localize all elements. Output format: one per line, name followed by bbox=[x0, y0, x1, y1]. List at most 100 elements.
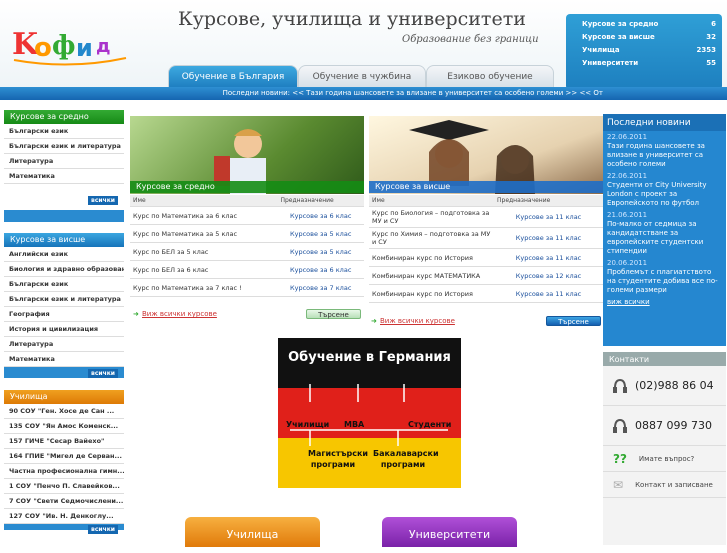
ad-bottom-item: Бакалаварски програми bbox=[373, 449, 439, 469]
course-class[interactable]: Курсове за 6 клас bbox=[277, 260, 364, 279]
all-schools-button[interactable]: всички bbox=[88, 525, 118, 534]
sidebar-item[interactable]: 1 СОУ "Пенчо П. Славейков... bbox=[4, 479, 124, 494]
col-subject: Предназначение bbox=[277, 195, 364, 207]
stat-label: Училища bbox=[582, 46, 620, 54]
schools-button[interactable]: Училища bbox=[185, 517, 320, 547]
contacts-title: Контакти bbox=[603, 352, 726, 366]
view-all-higher-link[interactable]: Виж всички курсове bbox=[380, 317, 455, 325]
table-row[interactable]: Курс по БЕЛ за 5 клас Курсове за 5 клас bbox=[130, 242, 364, 261]
all-secondary-button[interactable]: всички bbox=[88, 196, 118, 205]
ad-item: MBA bbox=[344, 420, 365, 429]
news-text[interactable]: Проблемът с плагиатството на студентите … bbox=[607, 268, 722, 295]
table-row[interactable]: Курс по Математика за 5 клас Курсове за 5… bbox=[130, 224, 364, 243]
headset-icon bbox=[613, 418, 627, 433]
svg-text:д: д bbox=[96, 36, 111, 57]
table-row[interactable]: Курс по Математика за 7 клас ! Курсове за… bbox=[130, 278, 364, 297]
course-name[interactable]: Комбиниран курс по История bbox=[369, 284, 494, 303]
view-all-secondary-link[interactable]: Виж всички курсове bbox=[142, 310, 217, 318]
sidebar-item[interactable]: 164 ГПИЕ "Мигел де Серван... bbox=[4, 449, 124, 464]
news-item[interactable]: 20.06.2011 Проблемът с плагиатството на с… bbox=[603, 257, 726, 296]
course-class[interactable]: Курсове за 11 клас bbox=[494, 284, 603, 303]
course-class[interactable]: Курсове за 5 клас bbox=[277, 242, 364, 261]
svg-text:и: и bbox=[76, 34, 93, 62]
question-link[interactable]: ?? Имате въпрос? bbox=[603, 446, 726, 472]
table-row[interactable]: Комбиниран курс МАТЕМАТИКА Курсове за 12 … bbox=[369, 266, 603, 285]
headset-icon bbox=[613, 378, 627, 393]
sidebar-item[interactable]: Математика bbox=[4, 169, 124, 184]
sidebar-item[interactable]: Български език bbox=[4, 124, 124, 139]
sidebar-item[interactable]: Български език bbox=[4, 277, 124, 292]
table-row[interactable]: Курс по Биология – подготовка за МУ и СУ… bbox=[369, 206, 603, 228]
course-name[interactable]: Курс по Математика за 6 клас bbox=[130, 206, 278, 225]
sidebar-schools: Училища 90 СОУ "Ген. Хосе де Сан ... 135… bbox=[4, 390, 124, 534]
view-all-news-link[interactable]: виж всички bbox=[603, 296, 726, 308]
sidebar-item[interactable]: Български език и литература bbox=[4, 139, 124, 154]
sidebar-item[interactable]: 7 СОУ "Свети Седмочислени... bbox=[4, 494, 124, 509]
course-class[interactable]: Курсове за 11 клас bbox=[494, 248, 603, 267]
news-ticker[interactable]: Последни новини: << Тази година шансовет… bbox=[0, 87, 727, 100]
phone-number[interactable]: 0887 099 730 bbox=[635, 419, 712, 432]
all-higher-button[interactable]: всички bbox=[88, 369, 118, 378]
course-name[interactable]: Курс по БЕЛ за 5 клас bbox=[130, 242, 278, 261]
sidebar-item[interactable]: Частна професионална гимн... bbox=[4, 464, 124, 479]
col-subject: Предназначение bbox=[494, 195, 603, 207]
stat-row[interactable]: Курсове за висше 32 bbox=[582, 31, 716, 44]
universities-button[interactable]: Университети bbox=[382, 517, 517, 547]
course-class[interactable]: Курсове за 6 клас bbox=[277, 206, 364, 225]
stat-row[interactable]: Курсове за средно 6 bbox=[582, 18, 716, 31]
course-class[interactable]: Курсове за 11 клас bbox=[494, 227, 603, 249]
sidebar-item[interactable]: Български език и литература bbox=[4, 292, 124, 307]
germany-ad-banner[interactable]: Обучение в Германия Училищи MBA Студенти… bbox=[278, 338, 461, 488]
course-class[interactable]: Курсове за 11 клас bbox=[494, 206, 603, 228]
course-class[interactable]: Курсове за 7 клас bbox=[277, 278, 364, 297]
table-row[interactable]: Комбиниран курс по История Курсове за 11 … bbox=[369, 284, 603, 303]
sidebar-item[interactable]: Литература bbox=[4, 337, 124, 352]
sidebar-item[interactable]: Английски език bbox=[4, 247, 124, 262]
col-name: Име bbox=[369, 195, 494, 207]
table-row[interactable]: Комбиниран курс по История Курсове за 11 … bbox=[369, 248, 603, 267]
contact-link[interactable]: ✉ Контакт и записване bbox=[603, 472, 726, 498]
tab-language[interactable]: Езиково обучение bbox=[426, 65, 554, 87]
course-name[interactable]: Курс по БЕЛ за 6 клас bbox=[130, 260, 278, 279]
course-name[interactable]: Комбиниран курс по История bbox=[369, 248, 494, 267]
sidebar-item[interactable]: Биология и здравно образован... bbox=[4, 262, 124, 277]
course-class[interactable]: Курсове за 5 клас bbox=[277, 224, 364, 243]
table-row[interactable]: Курс по Химия – подготовка за МУ и СУ Кур… bbox=[369, 227, 603, 249]
table-row[interactable]: Курс по Математика за 6 клас Курсове за 6… bbox=[130, 206, 364, 225]
col-name: Име bbox=[130, 195, 278, 207]
sidebar-item[interactable]: 135 СОУ "Ян Амос Коменск... bbox=[4, 419, 124, 434]
site-logo[interactable]: K о ф и д bbox=[10, 18, 130, 68]
stat-row[interactable]: Университети 55 bbox=[582, 57, 716, 70]
search-secondary-button[interactable]: Търсене bbox=[306, 309, 361, 319]
news-date: 22.06.2011 bbox=[607, 172, 648, 180]
news-text[interactable]: Студенти от City University London с про… bbox=[607, 181, 722, 208]
news-item[interactable]: 22.06.2011 Студенти от City University Lo… bbox=[603, 170, 726, 209]
sidebar-item[interactable]: Литература bbox=[4, 154, 124, 169]
stat-row[interactable]: Училища 2353 bbox=[582, 44, 716, 57]
course-name[interactable]: Курс по Биология – подготовка за МУ и СУ bbox=[369, 206, 494, 228]
table-row[interactable]: Курс по БЕЛ за 6 клас Курсове за 6 клас bbox=[130, 260, 364, 279]
tab-abroad[interactable]: Обучение в чужбина bbox=[298, 65, 426, 87]
sidebar-item[interactable]: 90 СОУ "Ген. Хосе де Сан ... bbox=[4, 404, 124, 419]
news-text[interactable]: По-малко от седмица за кандидатстване за… bbox=[607, 220, 722, 256]
news-item[interactable]: 21.06.2011 По-малко от седмица за кандида… bbox=[603, 209, 726, 257]
sidebar-item[interactable]: Математика bbox=[4, 352, 124, 367]
course-name[interactable]: Курс по Математика за 7 клас ! bbox=[130, 278, 278, 297]
sidebar-item[interactable]: 157 ГИЧЕ "Сесар Вайехо" bbox=[4, 434, 124, 449]
news-text[interactable]: Тази година шансовете за влизане в униве… bbox=[607, 142, 722, 169]
course-name[interactable]: Курс по Химия – подготовка за МУ и СУ bbox=[369, 227, 494, 249]
main-tabs: Обучение в България Обучение в чужбина Е… bbox=[168, 65, 560, 87]
course-name[interactable]: Курс по Математика за 5 клас bbox=[130, 224, 278, 243]
sidebar-item[interactable]: История и цивилизация bbox=[4, 322, 124, 337]
sidebar-item[interactable]: География bbox=[4, 307, 124, 322]
search-higher-button[interactable]: Търсене bbox=[546, 316, 601, 326]
news-item[interactable]: 22.06.2011 Тази година шансовете за влиза… bbox=[603, 131, 726, 170]
arrow-icon: ➜ bbox=[133, 310, 139, 318]
course-name[interactable]: Комбиниран курс МАТЕМАТИКА bbox=[369, 266, 494, 285]
phone-number[interactable]: (02)988 86 04 bbox=[635, 379, 714, 392]
tab-bulgaria[interactable]: Обучение в България bbox=[168, 65, 298, 87]
course-class[interactable]: Курсове за 12 клас bbox=[494, 266, 603, 285]
question-label: Имате въпрос? bbox=[638, 454, 695, 463]
sidebar-secondary: Курсове за средно Български език Българс… bbox=[4, 110, 124, 222]
sidebar-item[interactable]: 127 СОУ "Ив. Н. Денкоглу... bbox=[4, 509, 124, 524]
